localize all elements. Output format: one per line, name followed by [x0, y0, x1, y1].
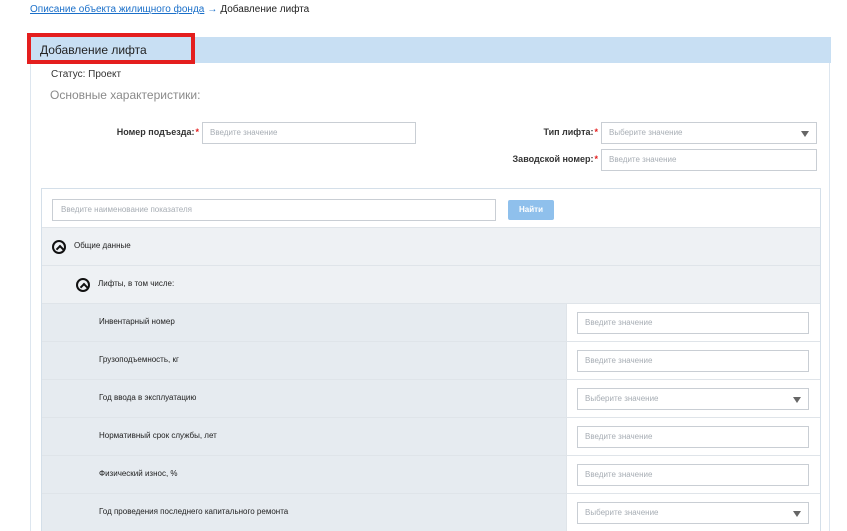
row-label-cell: Физический износ, %: [42, 456, 566, 493]
row-label-cell: Год ввода в эксплуатацию: [42, 380, 566, 417]
lift-type-select-value: Выберите значение: [609, 128, 683, 137]
lift-type-label-text: Тип лифта:: [543, 127, 594, 137]
serial-number-input[interactable]: Введите значение: [601, 149, 817, 171]
last-repair-year-select[interactable]: Выберите значение: [577, 502, 809, 524]
row-label: Инвентарный номер: [99, 317, 175, 326]
breadcrumb-link-housing-object[interactable]: Описание объекта жилищного фонда: [30, 4, 204, 15]
required-mark: *: [195, 127, 199, 137]
required-mark: *: [594, 154, 598, 164]
table-row: Нормативный срок службы, лет Введите зна…: [42, 417, 820, 455]
group-lifts-label: Лифты, в том числе:: [98, 279, 175, 288]
caret-down-icon: [801, 131, 809, 137]
inventory-number-input[interactable]: Введите значение: [577, 312, 809, 334]
row-value-cell: Введите значение: [566, 304, 820, 341]
row-label-cell: Инвентарный номер: [42, 304, 566, 341]
service-life-input[interactable]: Введите значение: [577, 426, 809, 448]
table-row: Инвентарный номер Введите значение: [42, 303, 820, 341]
row-value-cell: Введите значение: [566, 418, 820, 455]
row-label: Год ввода в эксплуатацию: [99, 393, 197, 402]
chevron-up-circle-icon[interactable]: [76, 278, 90, 292]
last-repair-year-select-value: Выберите значение: [585, 508, 659, 517]
row-value-cell: Введите значение: [566, 342, 820, 379]
caret-down-icon: [793, 397, 801, 403]
title-highlight-box: [27, 33, 195, 64]
row-label: Грузоподъемность, кг: [99, 355, 179, 364]
row-value-cell: Выберите значение: [566, 494, 820, 531]
row-label-cell: Нормативный срок службы, лет: [42, 418, 566, 455]
add-lift-panel: Добавление лифта Статус: Проект Основные…: [27, 33, 831, 531]
required-mark: *: [594, 127, 598, 137]
entrance-number-label-text: Номер подъезда:: [116, 127, 195, 137]
indicators-box: Введите наименование показателя Найти Об…: [41, 188, 821, 531]
row-label-cell: Грузоподъемность, кг: [42, 342, 566, 379]
row-value-cell: Введите значение: [566, 456, 820, 493]
row-label: Нормативный срок службы, лет: [99, 431, 217, 440]
table-row: Год ввода в эксплуатацию Выберите значен…: [42, 379, 820, 417]
commissioning-year-select-value: Выберите значение: [585, 394, 659, 403]
table-row: Год проведения последнего капитального р…: [42, 493, 820, 531]
load-capacity-input[interactable]: Введите значение: [577, 350, 809, 372]
status-text: Статус: Проект: [51, 69, 122, 80]
section-title: Основные характеристики:: [50, 88, 201, 102]
entrance-number-label: Номер подъезда:*: [91, 127, 199, 137]
breadcrumb-separator: →: [207, 4, 218, 15]
group-general-data-label: Общие данные: [74, 241, 131, 250]
entrance-number-input[interactable]: Введите значение: [202, 122, 416, 144]
indicator-search-input[interactable]: Введите наименование показателя: [52, 199, 496, 221]
lift-type-select[interactable]: Выберите значение: [601, 122, 817, 144]
breadcrumb-current: Добавление лифта: [220, 4, 310, 15]
row-label-cell: Год проведения последнего капитального р…: [42, 494, 566, 531]
breadcrumb: Описание объекта жилищного фонда → Добавле…: [30, 4, 309, 15]
chevron-up-circle-icon[interactable]: [52, 240, 66, 254]
search-button[interactable]: Найти: [508, 200, 554, 220]
group-general-data[interactable]: Общие данные: [42, 227, 820, 265]
row-label: Физический износ, %: [99, 469, 178, 478]
group-lifts[interactable]: Лифты, в том числе:: [42, 265, 820, 303]
row-value-cell: Выберите значение: [566, 380, 820, 417]
table-row: Грузоподъемность, кг Введите значение: [42, 341, 820, 379]
caret-down-icon: [793, 511, 801, 517]
physical-wear-input[interactable]: Введите значение: [577, 464, 809, 486]
table-row: Физический износ, % Введите значение: [42, 455, 820, 493]
row-label: Год проведения последнего капитального р…: [99, 507, 289, 516]
serial-number-label-text: Заводской номер:: [512, 154, 594, 164]
lift-type-label: Тип лифта:*: [491, 127, 598, 137]
commissioning-year-select[interactable]: Выберите значение: [577, 388, 809, 410]
serial-number-label: Заводской номер:*: [491, 154, 598, 164]
